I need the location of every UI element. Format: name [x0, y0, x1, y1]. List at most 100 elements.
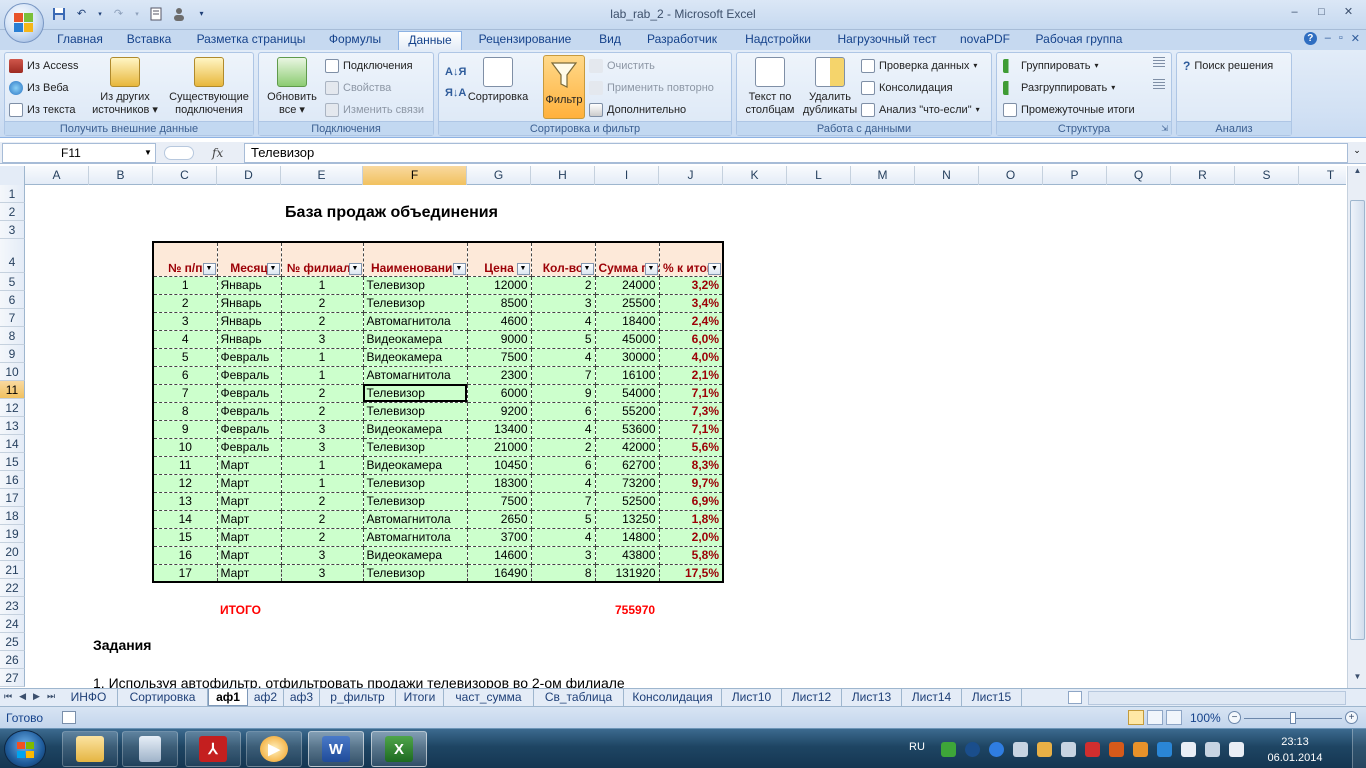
tab-developer[interactable]: Разработчик — [638, 31, 726, 50]
first-sheet-icon[interactable]: ⏮ — [4, 691, 12, 702]
table-cell[interactable]: 12 — [152, 473, 218, 493]
table-cell[interactable]: Автомагнитола — [362, 365, 468, 385]
table-cell[interactable]: Январь — [216, 329, 282, 349]
table-cell[interactable]: 3,4% — [658, 293, 724, 313]
table-cell[interactable]: 16490 — [466, 563, 532, 583]
edit-links-button[interactable]: Изменить связи — [325, 100, 424, 120]
table-cell[interactable]: Январь — [216, 293, 282, 313]
zoom-out-icon[interactable]: − — [1228, 711, 1241, 724]
tasks-heading[interactable]: Задания — [93, 637, 151, 653]
table-cell[interactable]: 5,8% — [658, 545, 724, 565]
tab-data[interactable]: Данные — [398, 31, 462, 50]
table-cell[interactable]: 3 — [530, 545, 596, 565]
row-header[interactable]: 22 — [0, 579, 25, 597]
row-header[interactable]: 12 — [0, 399, 25, 417]
table-cell[interactable]: Март — [216, 455, 282, 475]
sheet-tab[interactable]: аф2 — [248, 689, 284, 706]
table-cell[interactable]: Телевизор — [362, 383, 468, 403]
sheet-tab[interactable]: Сортировка — [118, 689, 208, 706]
table-cell[interactable]: Март — [216, 545, 282, 565]
column-header-cell[interactable]: № п/п ▼ — [152, 241, 218, 277]
table-cell[interactable]: 8 — [152, 401, 218, 421]
autofilter-dropdown-icon[interactable]: ▼ — [644, 262, 658, 275]
sheet-tab[interactable]: Итоги — [396, 689, 444, 706]
tab-formulas[interactable]: Формулы — [320, 31, 390, 50]
properties-button[interactable]: Свойства — [325, 78, 391, 98]
row-header[interactable]: 15 — [0, 453, 25, 471]
table-cell[interactable]: 9 — [152, 419, 218, 439]
last-sheet-icon[interactable]: ⏭ — [47, 691, 55, 702]
taskbar-media-player[interactable]: ▶ — [246, 731, 302, 767]
sheet-tab[interactable]: Лист15 — [962, 689, 1022, 706]
column-header[interactable]: E — [281, 166, 363, 185]
tray-app-icon[interactable] — [1085, 742, 1100, 757]
language-indicator[interactable]: RU — [909, 741, 925, 753]
name-box-dropdown-icon[interactable]: ▼ — [144, 148, 152, 157]
column-header-cell[interactable]: Кол-во ▼ — [530, 241, 596, 277]
table-cell[interactable]: 11 — [152, 455, 218, 475]
page-layout-view-icon[interactable] — [1147, 710, 1163, 725]
table-cell[interactable]: 3 — [152, 311, 218, 331]
table-cell[interactable]: 42000 — [594, 437, 660, 457]
table-cell[interactable]: 18400 — [594, 311, 660, 331]
tray-app-icon[interactable] — [1037, 742, 1052, 757]
table-cell[interactable]: 15 — [152, 527, 218, 547]
table-cell[interactable]: Автомагнитола — [362, 311, 468, 331]
table-cell[interactable]: 6 — [152, 365, 218, 385]
row-header[interactable]: 2 — [0, 203, 25, 221]
vertical-scrollbar[interactable]: ▲ ▼ — [1347, 166, 1366, 688]
table-cell[interactable]: 1 — [280, 365, 364, 385]
column-header-cell[interactable]: % к итогу ▼ — [658, 241, 724, 277]
sheet-tab[interactable]: аф3 — [284, 689, 320, 706]
table-cell[interactable]: 2,1% — [658, 365, 724, 385]
table-cell[interactable]: 14800 — [594, 527, 660, 547]
column-header[interactable]: K — [723, 166, 787, 185]
subtotal-button[interactable]: Промежуточные итоги — [1003, 100, 1135, 120]
row-header[interactable]: 9 — [0, 345, 25, 363]
table-cell[interactable]: 9,7% — [658, 473, 724, 493]
clear-filter-button[interactable]: Очистить — [589, 56, 655, 76]
row-header[interactable]: 10 — [0, 363, 25, 381]
table-cell[interactable]: 2 — [280, 401, 364, 421]
table-cell[interactable]: Февраль — [216, 401, 282, 421]
table-cell[interactable]: 3 — [280, 437, 364, 457]
row-header[interactable]: 17 — [0, 489, 25, 507]
tray-app-icon[interactable] — [1157, 742, 1172, 757]
table-cell[interactable]: 2 — [280, 509, 364, 529]
volume-icon[interactable] — [1013, 742, 1028, 757]
table-cell[interactable]: 2300 — [466, 365, 532, 385]
table-cell[interactable]: 4 — [530, 347, 596, 367]
table-cell[interactable]: 54000 — [594, 383, 660, 403]
ungroup-button[interactable]: Разгруппировать ▾ — [1003, 78, 1115, 98]
table-cell[interactable]: Видеокамера — [362, 329, 468, 349]
table-cell[interactable]: 2 — [530, 275, 596, 295]
sort-za-icon[interactable]: Я↓А — [445, 88, 466, 99]
table-cell[interactable]: Телевизор — [362, 491, 468, 511]
table-cell[interactable]: Март — [216, 491, 282, 511]
tab-load-test[interactable]: Нагрузочный тест — [830, 31, 944, 50]
table-cell[interactable]: 7500 — [466, 491, 532, 511]
tray-app-icon[interactable] — [941, 742, 956, 757]
sort-button[interactable]: Сортировка — [465, 57, 531, 104]
table-cell[interactable]: Видеокамера — [362, 455, 468, 475]
table-cell[interactable]: Телевизор — [362, 473, 468, 493]
table-cell[interactable]: Январь — [216, 311, 282, 331]
taskbar-adobe-reader[interactable]: ⅄ — [185, 731, 241, 767]
table-cell[interactable]: 2 — [280, 527, 364, 547]
group-button[interactable]: Группировать ▾ — [1003, 56, 1099, 76]
table-cell[interactable]: 13400 — [466, 419, 532, 439]
connections-button[interactable]: Подключения — [325, 56, 413, 76]
table-cell[interactable]: 2,4% — [658, 311, 724, 331]
table-cell[interactable]: Февраль — [216, 347, 282, 367]
table-cell[interactable]: Февраль — [216, 365, 282, 385]
scroll-down-icon[interactable]: ▼ — [1350, 672, 1365, 686]
column-header[interactable]: P — [1043, 166, 1107, 185]
table-cell[interactable]: 14 — [152, 509, 218, 529]
tab-view[interactable]: Вид — [590, 31, 630, 50]
table-cell[interactable]: Телевизор — [362, 437, 468, 457]
table-cell[interactable]: 16100 — [594, 365, 660, 385]
table-cell[interactable]: 4 — [530, 473, 596, 493]
row-header[interactable]: 4 — [0, 239, 25, 273]
text-to-columns-button[interactable]: Текст по столбцам — [741, 57, 799, 117]
column-header[interactable]: F — [363, 166, 467, 185]
